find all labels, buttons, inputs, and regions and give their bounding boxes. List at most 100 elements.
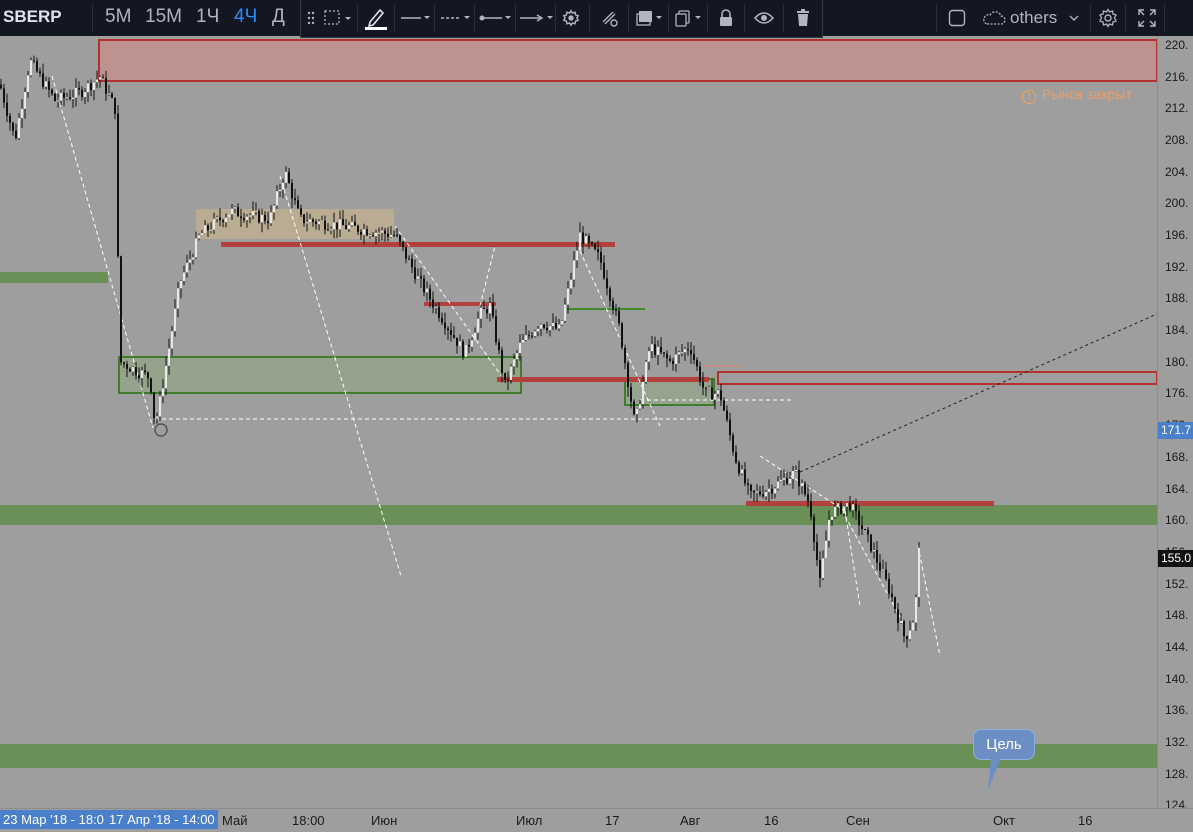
resistance-zone[interactable] — [717, 371, 1157, 385]
pencil-color-button[interactable] — [361, 5, 391, 31]
time-tick: Июн — [371, 813, 398, 828]
candle-body — [171, 331, 173, 349]
price-tick: 180. — [1165, 354, 1189, 369]
chart-pane[interactable]: ! Рынок закрыт Цель — [0, 36, 1193, 811]
candle-body — [891, 593, 893, 598]
candle-body — [720, 390, 722, 401]
toolbar-divider — [783, 4, 784, 32]
resistance-line[interactable] — [497, 377, 709, 382]
candle-body — [681, 352, 683, 354]
candle-body — [792, 470, 794, 479]
candle-body — [363, 229, 365, 235]
line-dash-button[interactable] — [438, 5, 472, 31]
candle-body — [411, 258, 413, 268]
target-callout[interactable]: Цель — [973, 729, 1035, 760]
candle-body — [6, 102, 8, 116]
demand-box[interactable] — [624, 378, 715, 406]
candle-body — [459, 341, 461, 346]
timeframe-day[interactable]: Д — [272, 6, 285, 28]
fullscreen-icon — [1138, 9, 1156, 27]
candle-body — [87, 83, 89, 93]
symbol-label[interactable]: SBERP — [3, 7, 62, 27]
candle-body — [96, 79, 98, 83]
layers-button[interactable] — [634, 5, 664, 31]
candle-body — [615, 309, 617, 311]
support-band[interactable] — [0, 272, 108, 283]
resistance-line[interactable] — [746, 501, 994, 506]
candle-body — [666, 353, 668, 359]
candle-body — [864, 529, 866, 531]
drag-handle[interactable] — [305, 5, 317, 31]
candle-body — [195, 238, 197, 258]
candle-body — [99, 77, 101, 80]
timeframe-1h[interactable]: 1Ч — [196, 6, 219, 28]
line-start-button[interactable] — [477, 5, 513, 31]
candle-body — [429, 288, 431, 300]
price-tick: 164. — [1165, 481, 1189, 496]
candle-body — [546, 327, 548, 331]
timeframe-15m[interactable]: 15М — [145, 6, 182, 28]
lock-button[interactable] — [715, 5, 737, 31]
time-axis[interactable]: 23 Мар '18 - 18:0 17 Апр '18 - 14:00 Май… — [0, 808, 1193, 832]
candle-body — [210, 229, 212, 231]
visibility-button[interactable] — [752, 5, 776, 31]
drag-handle-icon — [307, 11, 315, 25]
candle-body — [735, 451, 737, 463]
anchor-handle[interactable] — [154, 423, 168, 437]
candle-body — [540, 324, 542, 329]
copy-button[interactable] — [673, 5, 703, 31]
support-band[interactable] — [0, 505, 1157, 525]
candle-body — [447, 328, 449, 331]
object-settings-button[interactable] — [559, 5, 583, 31]
candle-body — [702, 381, 704, 388]
candle-body — [198, 235, 200, 239]
candle-body — [444, 322, 446, 329]
resistance-zone[interactable] — [98, 39, 1157, 82]
candle-body — [105, 77, 107, 94]
candle-body — [861, 525, 863, 530]
candle-body — [708, 387, 710, 389]
toolbar-divider — [589, 4, 590, 32]
price-axis[interactable]: 220. 216. 212. 208. 204. 200. 196. 192. 188. 184.… — [1157, 36, 1193, 812]
resistance-line[interactable] — [424, 302, 496, 306]
fullscreen-button[interactable] — [1136, 5, 1158, 31]
timeframe-5m[interactable]: 5М — [105, 6, 131, 28]
line-end-button[interactable] — [517, 5, 555, 31]
clone-button[interactable] — [597, 5, 621, 31]
price-tick: 216. — [1165, 69, 1189, 84]
candle-body — [249, 215, 251, 217]
gear-icon — [1099, 8, 1117, 28]
candle-body — [426, 288, 428, 293]
candle-body — [252, 210, 254, 216]
eye-icon — [754, 12, 774, 24]
candle-body — [504, 372, 506, 380]
price-chart[interactable] — [0, 36, 1157, 811]
select-tool-button[interactable] — [321, 5, 355, 31]
candle-body — [42, 73, 44, 87]
demand-box[interactable] — [118, 356, 522, 394]
delete-button[interactable] — [792, 5, 814, 31]
timeframe-4h[interactable]: 4Ч — [234, 6, 257, 28]
candle-body — [270, 212, 272, 224]
price-tick: 184. — [1165, 323, 1189, 338]
line-style-solid-icon — [401, 16, 430, 19]
candle-body — [81, 89, 83, 97]
candle-body — [630, 387, 632, 402]
candle-body — [111, 93, 113, 98]
candle-body — [468, 344, 470, 347]
projection-line[interactable] — [799, 313, 1157, 473]
candle-body — [324, 220, 326, 230]
candle-body — [228, 214, 230, 218]
settings-button[interactable] — [1096, 5, 1120, 31]
layout-selector[interactable]: others — [982, 5, 1079, 31]
candle-body — [834, 506, 836, 517]
square-button[interactable] — [946, 5, 968, 31]
candle-body — [72, 97, 74, 100]
resistance-line[interactable] — [221, 242, 615, 247]
toolbar-divider — [668, 4, 669, 32]
candle-body — [93, 82, 95, 91]
candle-body — [729, 419, 731, 436]
toolbar-divider — [92, 4, 93, 32]
line-width-button[interactable] — [398, 5, 432, 31]
candle-body — [405, 247, 407, 259]
